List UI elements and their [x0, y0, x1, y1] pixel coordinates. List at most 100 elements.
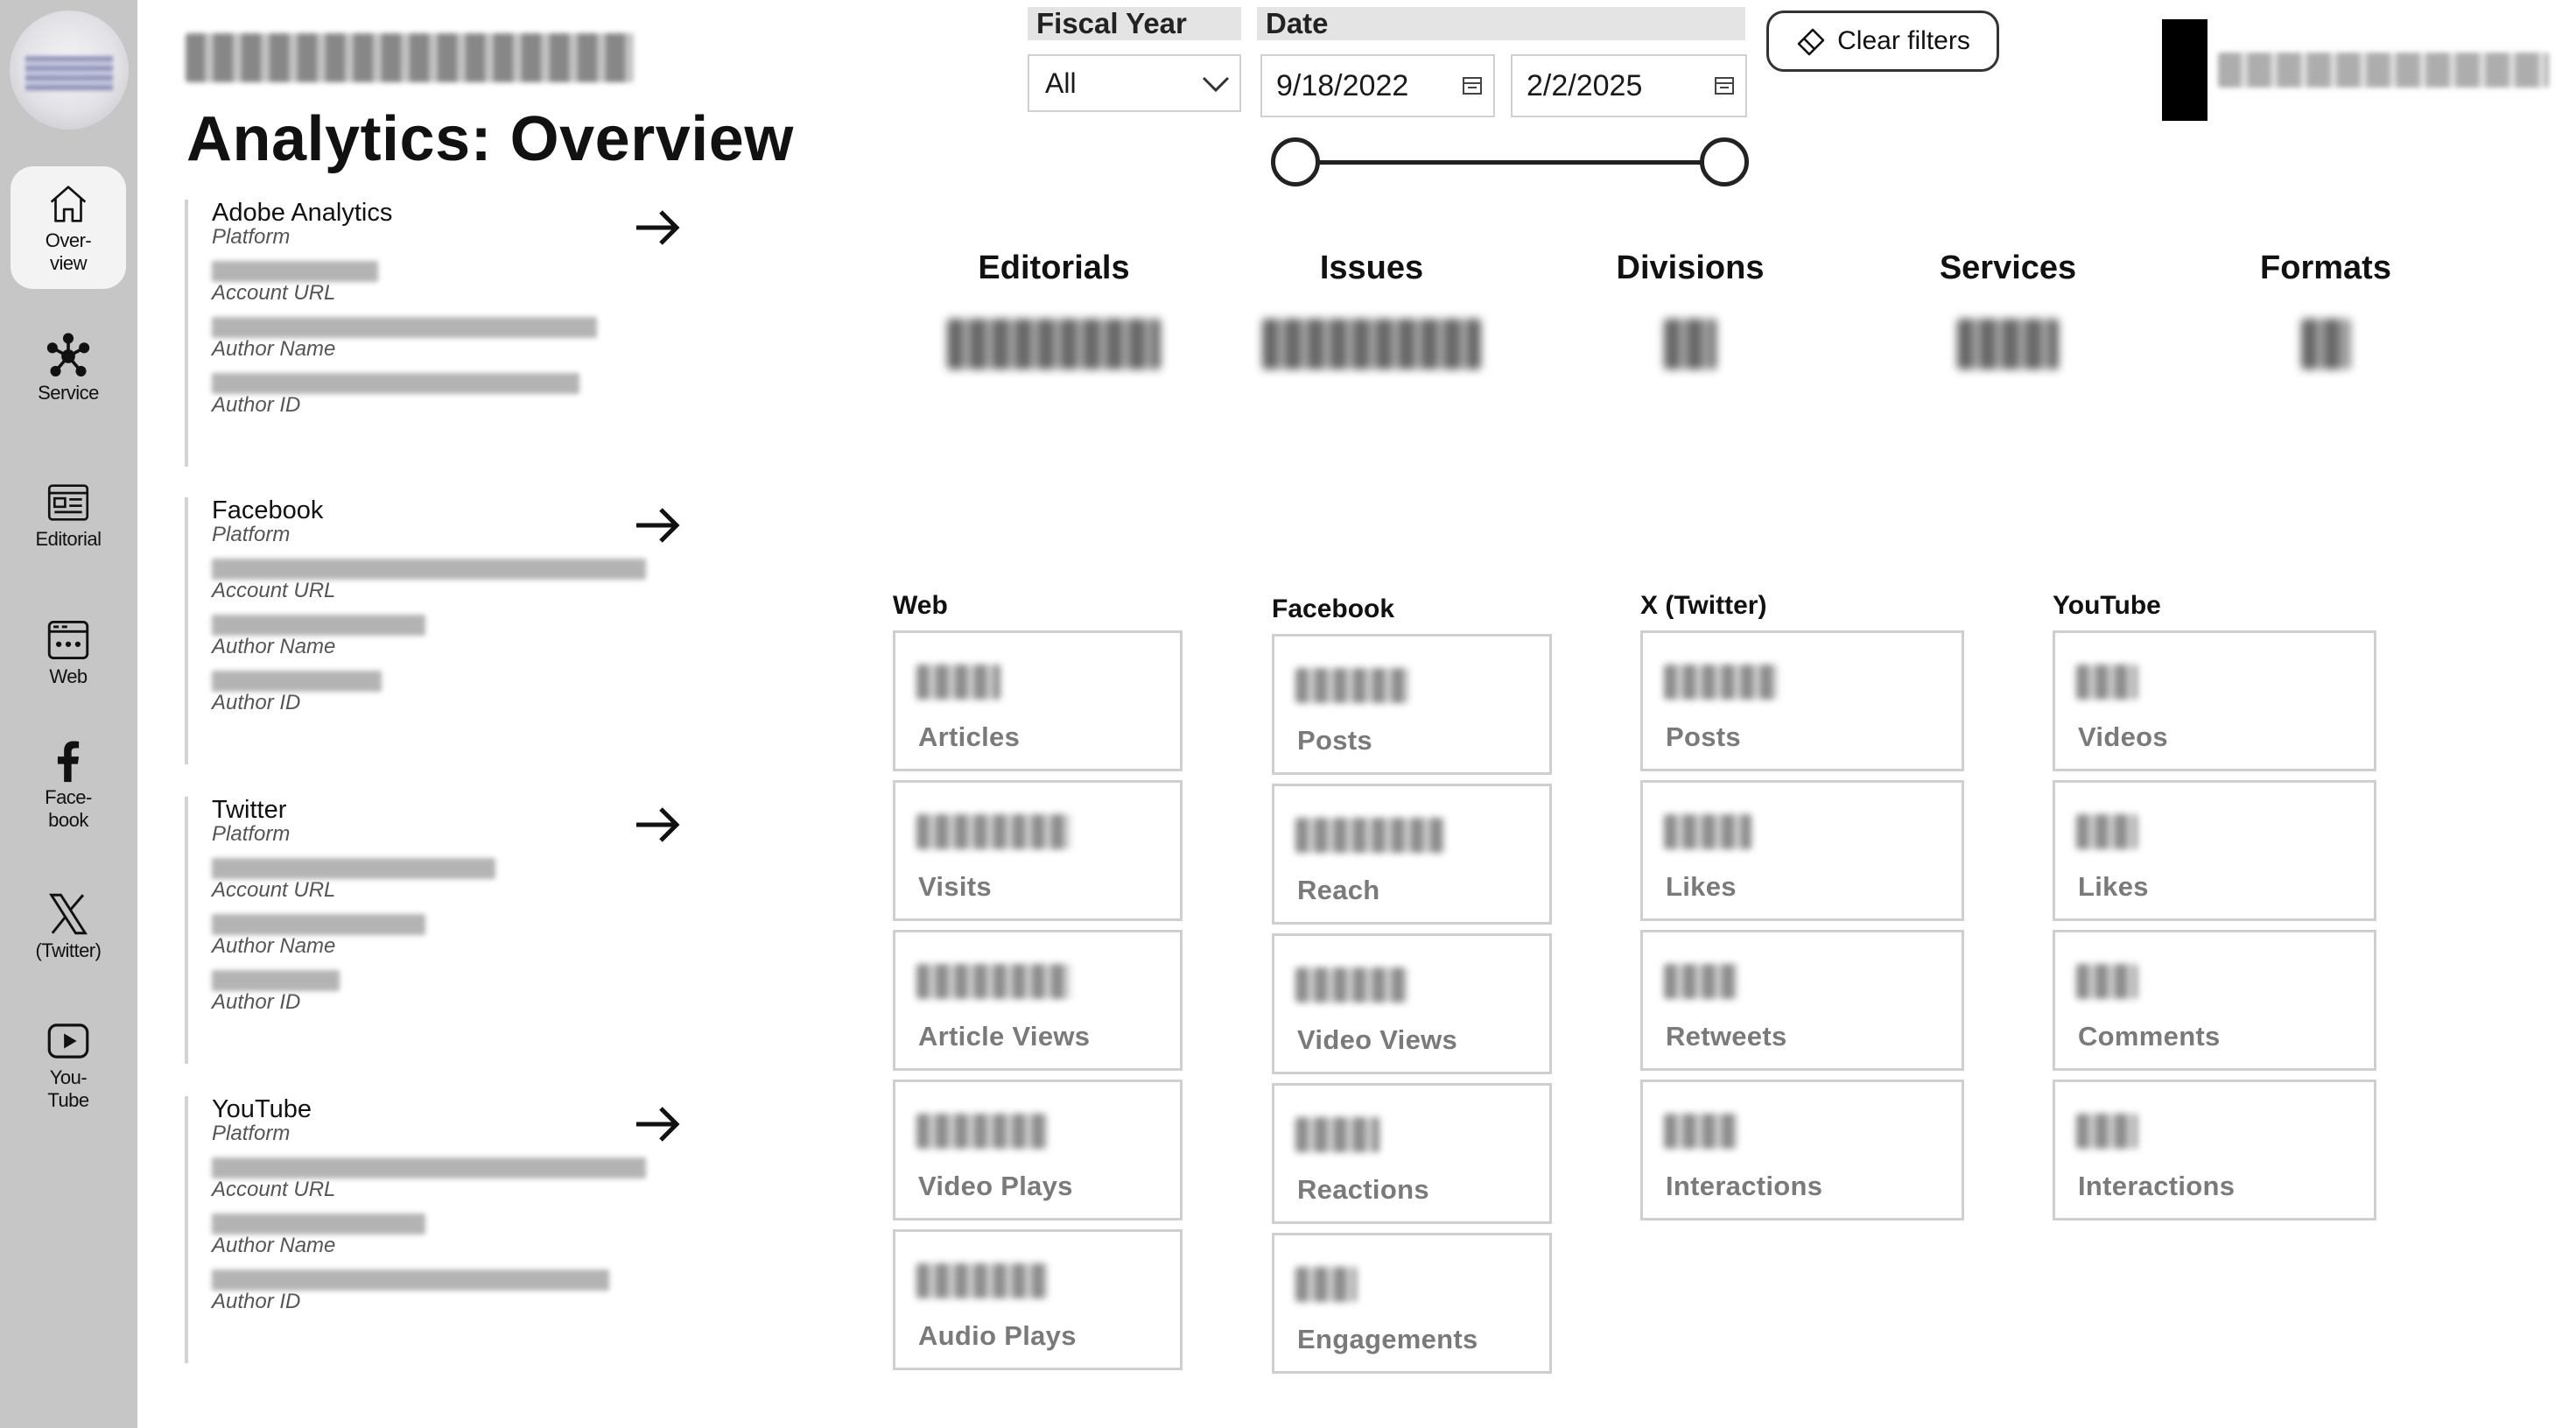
platform-twitter: Twitter Platform Account URL Author Name… [185, 796, 680, 1064]
metric-value-redacted [1295, 818, 1444, 853]
metric-value-redacted [2076, 1114, 2137, 1149]
kpi-value-redacted [1664, 319, 1716, 369]
metric-card-reactions: Reactions [1272, 1083, 1552, 1224]
metric-label: Reach [1297, 875, 1380, 905]
author-name-redacted [212, 615, 425, 636]
nav-item-overview[interactable]: Over- view [11, 166, 126, 289]
metric-card-visits: Visits [893, 780, 1183, 921]
metric-card-likes: Likes [2053, 780, 2376, 921]
author-name-redacted [212, 914, 425, 935]
fiscal-year-select[interactable]: All [1028, 54, 1241, 112]
author-name-redacted [212, 317, 597, 338]
metric-value-redacted [1295, 1117, 1379, 1152]
arrow-right-icon[interactable] [629, 1096, 685, 1152]
nav-item-web[interactable]: Web [11, 615, 126, 688]
metric-label: Video Plays [918, 1171, 1073, 1201]
author-id-redacted [212, 1270, 609, 1291]
metric-label: Engagements [1297, 1324, 1478, 1354]
platform-adobe-analytics: Adobe Analytics Platform Account URL Aut… [185, 199, 680, 467]
metric-value-redacted [1664, 665, 1778, 700]
metric-label: Articles [918, 721, 1021, 752]
metric-label: Video Views [1297, 1024, 1458, 1055]
org-name-redacted [186, 33, 634, 82]
metric-card-audio-plays: Audio Plays [893, 1229, 1183, 1370]
nav-label-youtube: You- Tube [47, 1066, 89, 1111]
kpi-value-redacted [1957, 319, 2059, 369]
nav-item-facebook[interactable]: Face- book [11, 735, 126, 832]
home-icon [50, 186, 87, 222]
metric-value-redacted [2076, 814, 2137, 849]
nav-item-youtube[interactable]: You- Tube [11, 1016, 126, 1112]
platform-name: Adobe Analytics [212, 199, 393, 227]
network-icon [46, 333, 90, 376]
metric-card-interactions: Interactions [1640, 1080, 1964, 1220]
metric-label: Article Views [918, 1021, 1091, 1052]
metric-value-redacted [1295, 967, 1407, 1002]
platform-label: Platform [212, 225, 291, 249]
author-id-redacted [212, 970, 340, 991]
metric-card-posts: Posts [1272, 634, 1552, 775]
date-range-end-handle[interactable] [1700, 137, 1749, 186]
metric-card-likes: Likes [1640, 780, 1964, 921]
kpi-label: Services [1939, 250, 2077, 286]
metric-value-redacted [916, 964, 1070, 999]
platform-label: Platform [212, 523, 291, 546]
date-start-input[interactable]: 9/18/2022 [1260, 54, 1495, 117]
metric-card-engagements: Engagements [1272, 1233, 1552, 1374]
nav-item-editorial[interactable]: Editorial [11, 477, 126, 551]
account-url-redacted [212, 1157, 646, 1178]
date-end-input[interactable]: 2/2/2025 [1511, 54, 1747, 117]
metric-value-redacted [916, 665, 1000, 700]
metric-card-posts: Posts [1640, 630, 1964, 771]
calendar-icon [1463, 77, 1482, 95]
metric-label: Posts [1666, 721, 1741, 752]
nav-rail: Over- view Service Editorial Web Face- b… [0, 0, 137, 1428]
user-avatar[interactable] [2162, 19, 2207, 121]
kpi-value-redacted [947, 319, 1161, 369]
nav-item-twitter[interactable]: (Twitter) [11, 889, 126, 962]
account-url-redacted [212, 261, 378, 282]
fiscal-year-value: All [1045, 67, 1077, 99]
metric-value-redacted [1295, 1267, 1357, 1302]
metric-label: Posts [1297, 725, 1372, 756]
metric-label: Audio Plays [918, 1320, 1077, 1351]
chevron-down-icon [1202, 76, 1230, 93]
clear-filters-button[interactable]: Clear filters [1766, 11, 1999, 72]
kpi-value-redacted [2301, 319, 2350, 369]
account-url-label: Account URL [212, 878, 336, 902]
arrow-right-icon[interactable] [629, 497, 685, 553]
account-url-label: Account URL [212, 1178, 336, 1201]
author-id-redacted [212, 671, 382, 692]
metric-label: Comments [2078, 1021, 2221, 1052]
account-url-redacted [212, 858, 495, 879]
date-start-value: 9/18/2022 [1276, 69, 1409, 102]
column-title-x: X (Twitter) [1640, 591, 1767, 620]
newspaper-icon [47, 484, 89, 521]
author-name-label: Author Name [212, 1234, 336, 1257]
platform-youtube: YouTube Platform Account URL Author Name… [185, 1096, 680, 1363]
date-label: Date [1257, 7, 1745, 40]
kpi-editorials: Editorials [940, 250, 1168, 369]
kpi-formats: Formats [2212, 250, 2439, 369]
author-id-label: Author ID [212, 1290, 301, 1313]
metric-value-redacted [916, 1114, 1048, 1149]
account-url-label: Account URL [212, 281, 336, 305]
account-url-redacted [212, 559, 646, 580]
date-range-start-handle[interactable] [1271, 137, 1320, 186]
metric-card-reach: Reach [1272, 784, 1552, 925]
nav-item-service[interactable]: Service [11, 331, 126, 404]
metric-label: Likes [1666, 871, 1737, 902]
user-name-redacted [2218, 53, 2549, 88]
platform-label: Platform [212, 822, 291, 846]
nav-label-editorial: Editorial [35, 528, 102, 550]
metric-card-articles: Articles [893, 630, 1183, 771]
platform-label: Platform [212, 1122, 291, 1145]
column-title-youtube: YouTube [2053, 591, 2161, 620]
platform-name: Twitter [212, 796, 287, 824]
arrow-right-icon[interactable] [629, 200, 685, 256]
column-title-facebook: Facebook [1272, 594, 1395, 623]
arrow-right-icon[interactable] [629, 797, 685, 853]
metric-card-article-views: Article Views [893, 930, 1183, 1071]
metric-value-redacted [1664, 1114, 1737, 1149]
date-range-slider-track[interactable] [1295, 160, 1724, 165]
